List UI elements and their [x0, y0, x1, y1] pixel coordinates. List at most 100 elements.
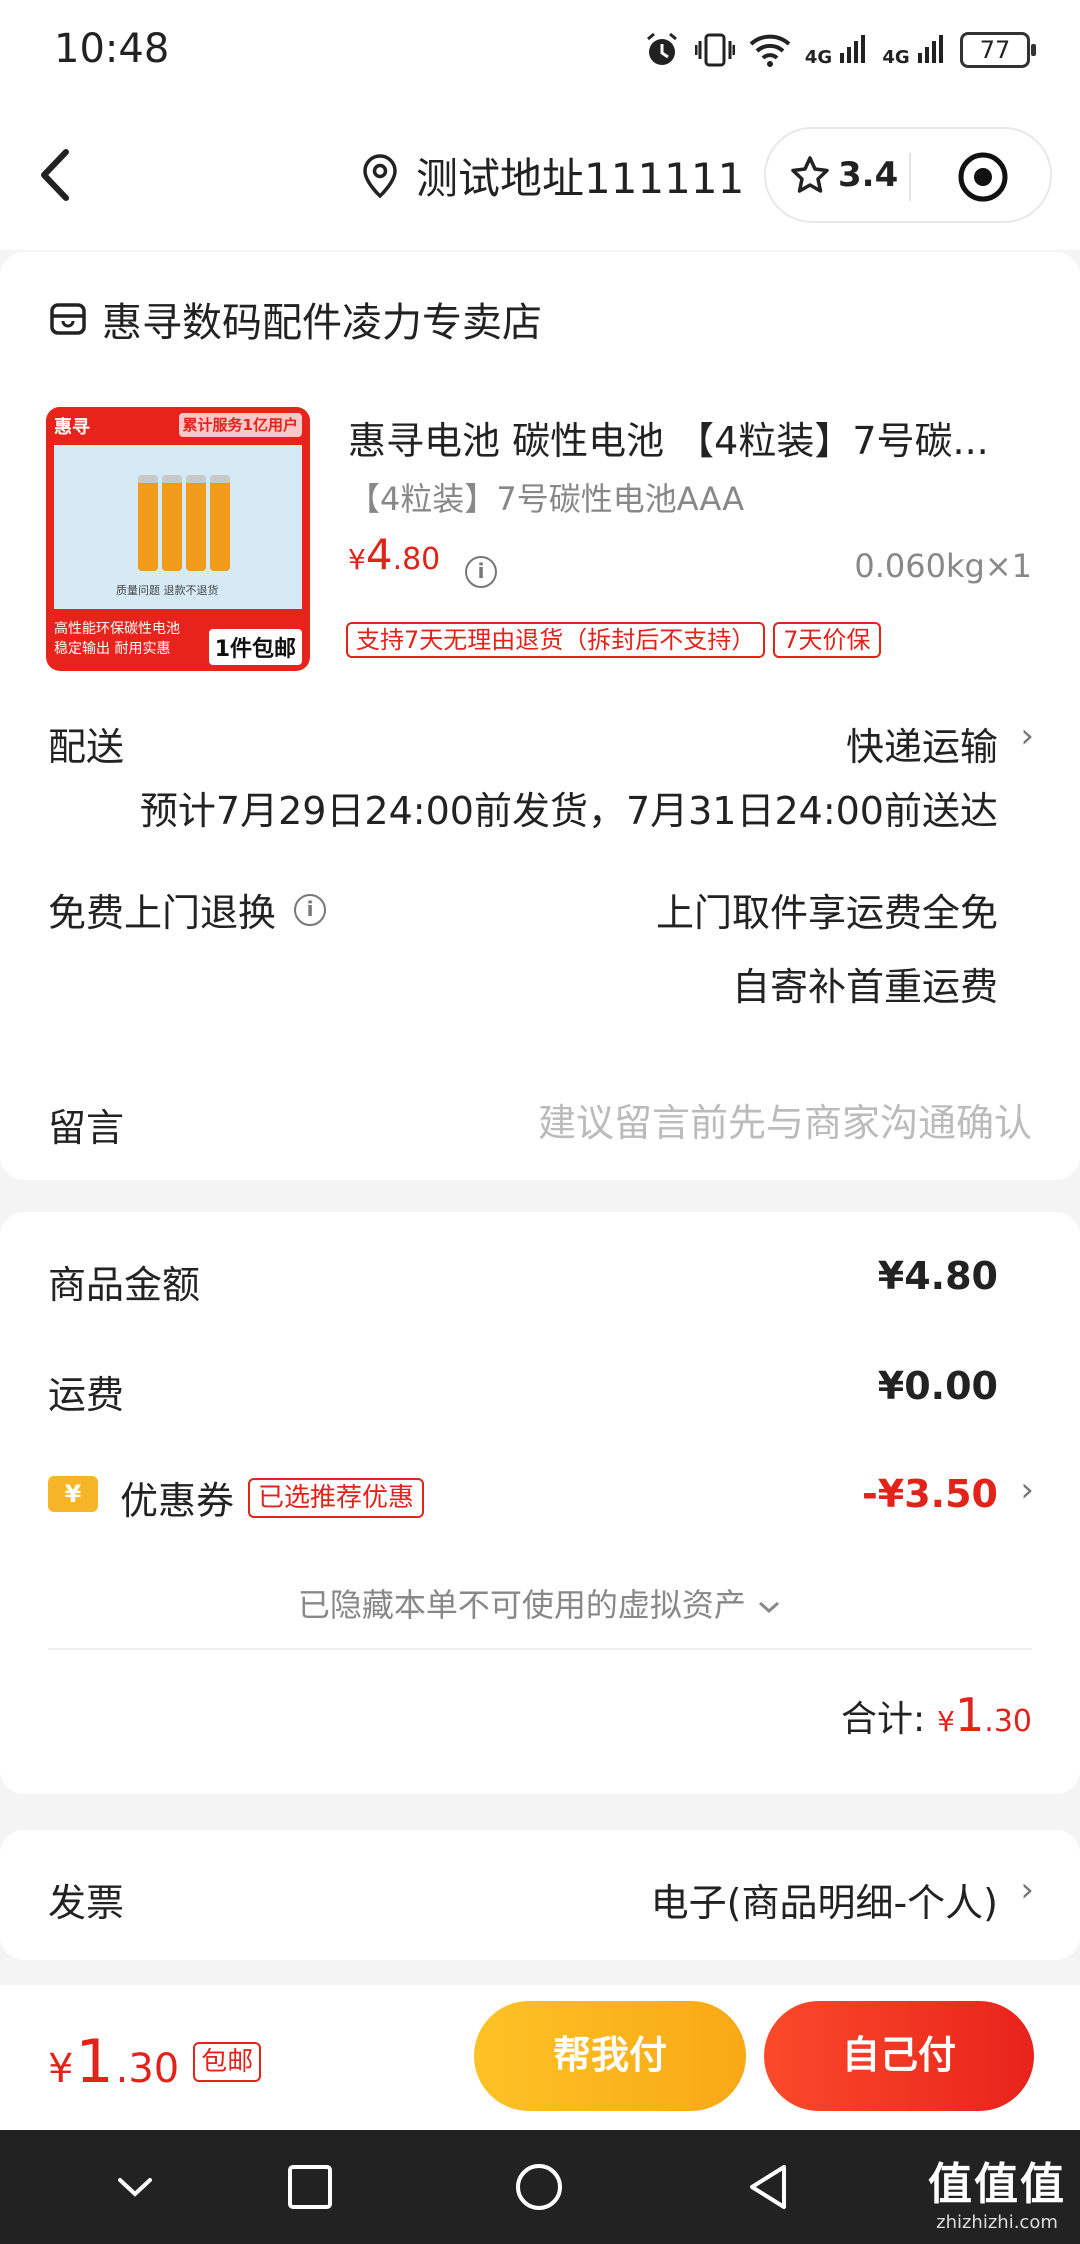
capsule-divider — [909, 153, 911, 201]
goods-amount-value: ¥4.80 — [877, 1254, 998, 1298]
signal-bars-icon — [918, 35, 943, 63]
product-title[interactable]: 惠寻电池 碳性电池 【4粒装】7号碳... — [348, 410, 1028, 465]
coupon-value[interactable]: -¥3.50 — [862, 1472, 998, 1516]
product-weight-quantity: 0.060kg×1 — [854, 547, 1032, 585]
checkout-bar: ¥ 1 .30 包邮 帮我付 自己付 — [0, 1985, 1080, 2130]
miniprogram-capsule: 3.4 — [764, 127, 1052, 223]
help-me-pay-button[interactable]: 帮我付 — [474, 2001, 746, 2111]
product-image-brand: 惠寻 — [54, 417, 90, 438]
battery-graphic — [210, 475, 230, 571]
total-decimal: .30 — [984, 1704, 1032, 1739]
status-time: 10:48 — [54, 26, 170, 72]
return-line-2: 自寄补首重运费 — [731, 965, 998, 1009]
watermark-logo: 值值值 — [928, 2159, 1066, 2210]
service-tag-return: 支持7天无理由退货（拆封后不支持） — [346, 622, 766, 658]
total-label: 合计: — [841, 1699, 926, 1740]
price-info-icon[interactable]: i — [465, 556, 497, 588]
invoice-label: 发票 — [48, 1881, 125, 1925]
header: 测试地址111111 3.4 — [0, 100, 1080, 250]
chevron-down-icon — [759, 1601, 780, 1614]
summary-divider — [48, 1648, 1032, 1650]
invoice-card[interactable]: 发票 电子(商品明细-个人) › — [0, 1830, 1080, 1960]
delivery-label: 配送 — [48, 725, 125, 769]
battery-graphic — [186, 475, 206, 571]
watermark: 值值值 zhizhizhi.com — [928, 2148, 1066, 2233]
service-tag-price-protect: 7天价保 — [773, 622, 881, 658]
signal-bars-icon — [840, 35, 866, 63]
store-row[interactable]: 惠寻数码配件凌力专卖店 — [48, 290, 542, 348]
checkout-price: ¥ 1 .30 包邮 — [48, 2027, 262, 2097]
nav-back-icon[interactable] — [744, 2162, 794, 2212]
checkout-price-decimal: .30 — [115, 2046, 180, 2092]
wifi-icon — [749, 34, 791, 67]
alarm-icon — [646, 32, 677, 65]
total-integer: 1 — [955, 1688, 985, 1742]
product-spec[interactable]: 【4粒装】7号碳性电池AAA — [348, 474, 744, 520]
coupon-icon: ¥ — [48, 1476, 98, 1512]
coupon-recommend-tag: 已选推荐优惠 — [248, 1477, 425, 1518]
free-shipping-tag: 包邮 — [193, 2042, 262, 2082]
chevron-right-icon[interactable]: › — [1020, 1470, 1034, 1510]
target-icon[interactable] — [956, 150, 1010, 204]
status-bar: 10:48 4G 4G 77 — [0, 0, 1080, 100]
vibrate-icon — [694, 33, 735, 67]
service-tags: 支持7天无理由退货（拆封后不支持） 7天价保 — [346, 622, 881, 658]
price-currency: ¥ — [348, 543, 366, 576]
watermark-url: zhizhizhi.com — [936, 2212, 1058, 2233]
goods-amount-label: 商品金额 — [48, 1263, 201, 1307]
hidden-assets-toggle[interactable]: 已隐藏本单不可使用的虚拟资产 — [0, 1580, 1080, 1626]
total-currency: ¥ — [937, 1705, 955, 1738]
message-label: 留言 — [48, 1106, 125, 1150]
back-arrow-icon[interactable] — [30, 140, 90, 210]
price-decimal: .80 — [392, 542, 441, 577]
signal-label-1: 4G — [804, 47, 833, 68]
price-integer: 4 — [365, 530, 393, 579]
product-image-badge-top: 累计服务1亿用户 — [178, 413, 302, 437]
price-summary-card: 商品金额 ¥4.80 运费 ¥0.00 ¥ 优惠券 已选推荐优惠 -¥3.50 … — [0, 1212, 1080, 1794]
coupon-row[interactable]: 优惠券 已选推荐优惠 — [120, 1470, 425, 1525]
product-image-badge: 1件包邮 — [208, 629, 302, 665]
nav-recents-icon[interactable] — [285, 2162, 335, 2212]
nav-collapse-icon[interactable] — [110, 2162, 160, 2212]
product-image[interactable]: 惠寻 累计服务1亿用户 质量问题 退款不退货 高性能环保碳性电池 稳定输出 耐用… — [46, 407, 310, 671]
order-item-card: 惠寻数码配件凌力专卖店 惠寻 累计服务1亿用户 质量问题 退款不退货 高性能环保… — [0, 252, 1080, 1180]
return-info-icon[interactable]: i — [294, 893, 327, 926]
location-pin-icon — [363, 153, 397, 198]
return-line-1: 上门取件享运费全免 — [655, 891, 998, 935]
shipping-fee-label: 运费 — [48, 1373, 125, 1417]
store-icon — [50, 303, 86, 335]
status-icons: 4G 4G 77 — [643, 28, 1036, 72]
battery-graphic — [138, 475, 158, 571]
address-text: 测试地址111111 — [416, 154, 745, 203]
signal-icon-1: 4G — [805, 33, 869, 67]
free-return-label: 免费上门退换 — [48, 891, 277, 935]
delivery-estimate: 预计7月29日24:00前发货，7月31日24:00前送达 — [139, 789, 998, 833]
chevron-right-icon[interactable]: › — [1020, 716, 1034, 756]
chevron-right-icon[interactable]: › — [1020, 1870, 1034, 1910]
battery-graphic — [162, 475, 182, 571]
product-price: ¥ 4 .80 — [348, 530, 440, 579]
signal-label-2: 4G — [882, 47, 910, 68]
total-row: 合计: ¥ 1 .30 — [841, 1688, 1032, 1742]
battery-icon: 77 — [960, 32, 1036, 68]
coupon-label: 优惠券 — [120, 1479, 235, 1523]
star-icon — [791, 156, 829, 193]
product-image-topbar: 惠寻 累计服务1亿用户 — [46, 407, 310, 443]
product-image-note: 质量问题 退款不退货 — [116, 584, 219, 597]
address-selector[interactable]: 测试地址111111 — [360, 145, 744, 206]
system-nav-bar: 值值值 zhizhizhi.com — [0, 2130, 1080, 2244]
pay-myself-button[interactable]: 自己付 — [764, 2001, 1034, 2111]
invoice-value[interactable]: 电子(商品明细-个人) — [651, 1872, 998, 1927]
checkout-price-integer: 1 — [75, 2027, 114, 2097]
checkout-currency: ¥ — [48, 2046, 74, 2092]
store-name: 惠寻数码配件凌力专卖店 — [102, 300, 542, 346]
nav-home-icon[interactable] — [514, 2162, 564, 2212]
message-input[interactable]: 建议留言前先与商家沟通确认 — [538, 1092, 1032, 1147]
hidden-assets-text: 已隐藏本单不可使用的虚拟资产 — [297, 1586, 746, 1624]
signal-icon-2: 4G — [882, 33, 946, 67]
delivery-method[interactable]: 快递运输 — [846, 716, 998, 771]
rating-button[interactable]: 3.4 — [790, 155, 898, 195]
free-return-row: 免费上门退换 i — [48, 882, 327, 937]
shipping-fee-value: ¥0.00 — [877, 1364, 998, 1408]
rating-value: 3.4 — [838, 155, 899, 195]
